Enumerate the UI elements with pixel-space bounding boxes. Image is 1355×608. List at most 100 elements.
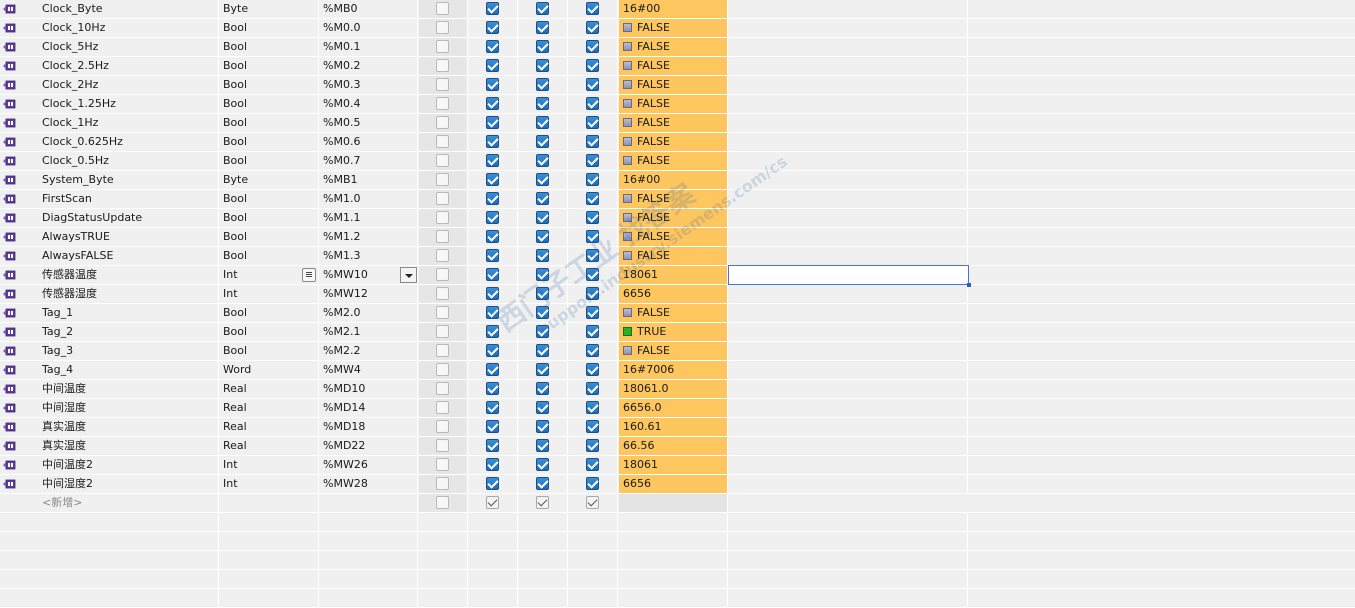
- writable-from-hmi-checkbox[interactable]: [536, 78, 549, 91]
- accessible-from-hmi-checkbox[interactable]: [486, 192, 499, 205]
- writable-from-hmi-checkbox[interactable]: [536, 401, 549, 414]
- writable-from-hmi-checkbox[interactable]: [536, 306, 549, 319]
- visible-in-hmi-checkbox[interactable]: [586, 154, 599, 167]
- tag-name[interactable]: 真实湿度: [19, 437, 219, 455]
- data-type[interactable]: Bool: [220, 133, 319, 151]
- comment[interactable]: [729, 190, 968, 208]
- address[interactable]: %M0.2: [320, 57, 418, 75]
- accessible-from-hmi-checkbox[interactable]: [486, 458, 499, 471]
- comment[interactable]: [729, 399, 968, 417]
- comment[interactable]: [729, 38, 968, 56]
- retain-checkbox[interactable]: [436, 97, 449, 110]
- visible-in-hmi-checkbox[interactable]: [586, 2, 599, 15]
- comment[interactable]: [729, 247, 968, 265]
- address[interactable]: %M2.1: [320, 323, 418, 341]
- data-type[interactable]: Bool: [220, 342, 319, 360]
- tag-name[interactable]: Clock_0.5Hz: [19, 152, 219, 170]
- tag-name[interactable]: Tag_2: [19, 323, 219, 341]
- data-type[interactable]: Int: [220, 285, 319, 303]
- tag-name[interactable]: 中间湿度: [19, 399, 219, 417]
- accessible-from-hmi-checkbox[interactable]: [486, 439, 499, 452]
- visible-in-hmi-checkbox[interactable]: [586, 325, 599, 338]
- visible-in-hmi-checkbox[interactable]: [586, 211, 599, 224]
- visible-in-hmi-checkbox[interactable]: [586, 306, 599, 319]
- checkbox[interactable]: [586, 496, 599, 509]
- comment[interactable]: [729, 19, 968, 37]
- tag-name[interactable]: AlwaysFALSE: [19, 247, 219, 265]
- writable-from-hmi-checkbox[interactable]: [536, 59, 549, 72]
- visible-in-hmi-checkbox[interactable]: [586, 21, 599, 34]
- data-type[interactable]: Real: [220, 380, 319, 398]
- writable-from-hmi-checkbox[interactable]: [536, 97, 549, 110]
- writable-from-hmi-checkbox[interactable]: [536, 230, 549, 243]
- data-type[interactable]: Real: [220, 399, 319, 417]
- comment[interactable]: [729, 57, 968, 75]
- visible-in-hmi-checkbox[interactable]: [586, 97, 599, 110]
- data-type[interactable]: Bool: [220, 95, 319, 113]
- data-type[interactable]: Int: [220, 456, 319, 474]
- address[interactable]: %M1.0: [320, 190, 418, 208]
- tag-name[interactable]: Tag_4: [19, 361, 219, 379]
- retain-checkbox[interactable]: [436, 477, 449, 490]
- comment[interactable]: [729, 228, 968, 246]
- tag-name[interactable]: 传感器温度: [19, 266, 219, 284]
- accessible-from-hmi-checkbox[interactable]: [486, 477, 499, 490]
- data-type[interactable]: Int: [220, 475, 319, 493]
- writable-from-hmi-checkbox[interactable]: [536, 192, 549, 205]
- retain-checkbox[interactable]: [436, 401, 449, 414]
- writable-from-hmi-checkbox[interactable]: [536, 249, 549, 262]
- checkbox[interactable]: [436, 496, 449, 509]
- retain-checkbox[interactable]: [436, 287, 449, 300]
- visible-in-hmi-checkbox[interactable]: [586, 268, 599, 281]
- accessible-from-hmi-checkbox[interactable]: [486, 382, 499, 395]
- tag-name[interactable]: Tag_1: [19, 304, 219, 322]
- visible-in-hmi-checkbox[interactable]: [586, 116, 599, 129]
- accessible-from-hmi-checkbox[interactable]: [486, 135, 499, 148]
- tag-name[interactable]: DiagStatusUpdate: [19, 209, 219, 227]
- writable-from-hmi-checkbox[interactable]: [536, 2, 549, 15]
- accessible-from-hmi-checkbox[interactable]: [486, 249, 499, 262]
- tag-name[interactable]: Clock_2Hz: [19, 76, 219, 94]
- data-type[interactable]: Bool: [220, 304, 319, 322]
- comment[interactable]: [729, 209, 968, 227]
- data-type[interactable]: Bool: [220, 57, 319, 75]
- address[interactable]: %MB1: [320, 171, 418, 189]
- visible-in-hmi-checkbox[interactable]: [586, 382, 599, 395]
- visible-in-hmi-checkbox[interactable]: [586, 135, 599, 148]
- accessible-from-hmi-checkbox[interactable]: [486, 420, 499, 433]
- visible-in-hmi-checkbox[interactable]: [586, 40, 599, 53]
- tag-name[interactable]: Clock_10Hz: [19, 19, 219, 37]
- tag-name[interactable]: 传感器湿度: [19, 285, 219, 303]
- retain-checkbox[interactable]: [436, 420, 449, 433]
- retain-checkbox[interactable]: [436, 116, 449, 129]
- retain-checkbox[interactable]: [436, 59, 449, 72]
- writable-from-hmi-checkbox[interactable]: [536, 477, 549, 490]
- writable-from-hmi-checkbox[interactable]: [536, 173, 549, 186]
- writable-from-hmi-checkbox[interactable]: [536, 325, 549, 338]
- comment[interactable]: [729, 152, 968, 170]
- data-type[interactable]: Real: [220, 437, 319, 455]
- address[interactable]: %M0.3: [320, 76, 418, 94]
- data-type[interactable]: Bool: [220, 76, 319, 94]
- visible-in-hmi-checkbox[interactable]: [586, 439, 599, 452]
- writable-from-hmi-checkbox[interactable]: [536, 21, 549, 34]
- address[interactable]: %MB0: [320, 0, 418, 18]
- retain-checkbox[interactable]: [436, 40, 449, 53]
- tag-name[interactable]: Clock_1.25Hz: [19, 95, 219, 113]
- retain-checkbox[interactable]: [436, 173, 449, 186]
- retain-checkbox[interactable]: [436, 135, 449, 148]
- retain-checkbox[interactable]: [436, 306, 449, 319]
- visible-in-hmi-checkbox[interactable]: [586, 78, 599, 91]
- tag-name[interactable]: Tag_3: [19, 342, 219, 360]
- retain-checkbox[interactable]: [436, 154, 449, 167]
- writable-from-hmi-checkbox[interactable]: [536, 344, 549, 357]
- retain-checkbox[interactable]: [436, 363, 449, 376]
- writable-from-hmi-checkbox[interactable]: [536, 116, 549, 129]
- accessible-from-hmi-checkbox[interactable]: [486, 21, 499, 34]
- accessible-from-hmi-checkbox[interactable]: [486, 154, 499, 167]
- accessible-from-hmi-checkbox[interactable]: [486, 325, 499, 338]
- tag-name[interactable]: 真实温度: [19, 418, 219, 436]
- comment[interactable]: [729, 418, 968, 436]
- comment[interactable]: [729, 95, 968, 113]
- data-type[interactable]: Bool: [220, 247, 319, 265]
